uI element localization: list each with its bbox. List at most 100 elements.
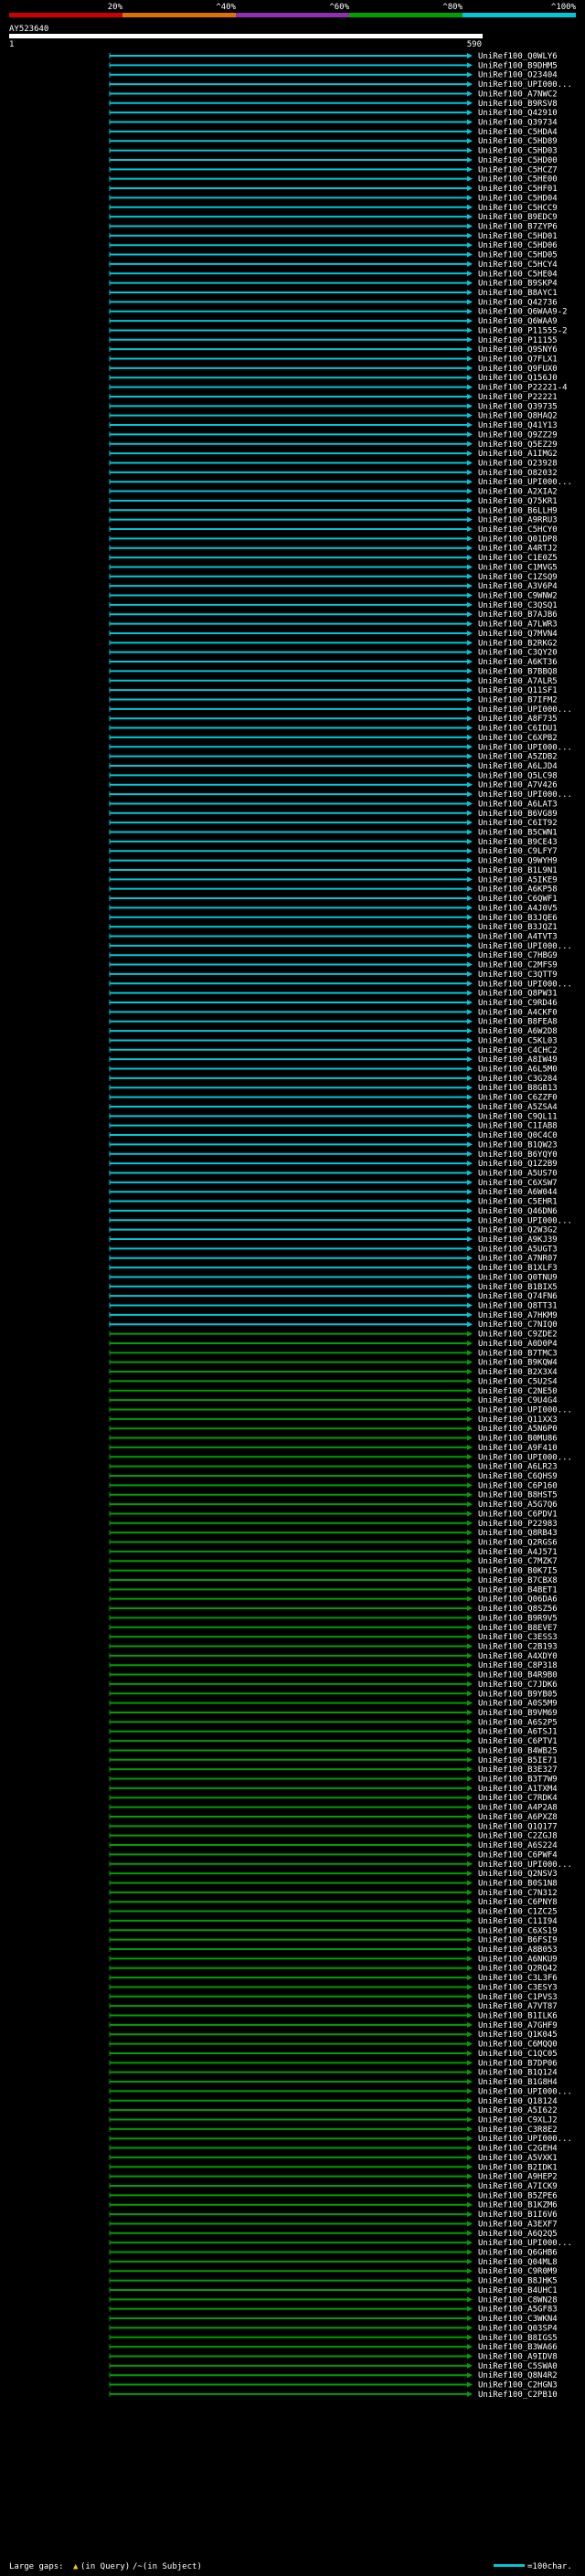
hit-label[interactable]: UniRef100_A7NWC2 — [478, 90, 558, 99]
hit-label[interactable]: UniRef100_B9DHM5 — [478, 61, 558, 70]
hit-label[interactable]: UniRef100_A4J571 — [478, 1548, 558, 1557]
hit-label[interactable]: UniRef100_A8IW49 — [478, 1055, 558, 1065]
hit-label[interactable]: UniRef100_A7VT87 — [478, 2002, 558, 2011]
hit-label[interactable]: UniRef100_B8EVE7 — [478, 1624, 558, 1633]
hit-label[interactable]: UniRef100_A5GF83 — [478, 2306, 558, 2315]
hit-label[interactable]: UniRef100_C5SWA0 — [478, 2362, 558, 2371]
hit-label[interactable]: UniRef100_A5UGT3 — [478, 1245, 558, 1254]
hit-label[interactable]: UniRef100_C5HE04 — [478, 270, 558, 279]
hit-label[interactable]: UniRef100_Q6WAA9 — [478, 317, 558, 326]
hit-label[interactable]: UniRef100_A9RRU3 — [478, 516, 558, 525]
hit-label[interactable]: UniRef100_C3WKN4 — [478, 2315, 558, 2324]
hit-label[interactable]: UniRef100_A7ALR5 — [478, 677, 558, 686]
hit-label[interactable]: UniRef100_C2MFS9 — [478, 961, 558, 970]
hit-label[interactable]: UniRef100_Q01DP8 — [478, 535, 558, 544]
hit-label[interactable]: UniRef100_C8P318 — [478, 1661, 558, 1670]
hit-label[interactable]: UniRef100_A4XDY0 — [478, 1652, 558, 1661]
hit-label[interactable]: UniRef100_C5HCZ7 — [478, 165, 558, 175]
hit-label[interactable]: UniRef100_C9R0M9 — [478, 2267, 558, 2276]
hit-label[interactable]: UniRef100_B3WA66 — [478, 2343, 558, 2352]
hit-label[interactable]: UniRef100_Q6GHB6 — [478, 2249, 558, 2258]
hit-label[interactable]: UniRef100_Q0C4C0 — [478, 1131, 558, 1140]
hit-label[interactable]: UniRef100_Q8SZ56 — [478, 1605, 558, 1614]
hit-label[interactable]: UniRef100_B8HST5 — [478, 1491, 558, 1500]
hit-label[interactable]: UniRef100_B1BIX5 — [478, 1283, 558, 1292]
hit-label[interactable]: UniRef100_Q8PW31 — [478, 990, 558, 999]
hit-label[interactable]: UniRef100_C5HCC9 — [478, 204, 558, 213]
hit-label[interactable]: UniRef100_P11555-2 — [478, 326, 568, 335]
hit-label[interactable]: UniRef100_B6YQY0 — [478, 1150, 558, 1160]
hit-label[interactable]: UniRef100_Q39734 — [478, 119, 558, 128]
hit-label[interactable]: UniRef100_C1ZSQ9 — [478, 573, 558, 582]
hit-label[interactable]: UniRef100_UPI000... — [478, 2239, 572, 2248]
hit-label[interactable]: UniRef100_B9YB05 — [478, 1690, 558, 1699]
hit-label[interactable]: UniRef100_Q2W3G2 — [478, 1226, 558, 1235]
hit-label[interactable]: UniRef100_C5KL03 — [478, 1036, 558, 1045]
hit-label[interactable]: UniRef100_Q8RB43 — [478, 1529, 558, 1538]
hit-label[interactable]: UniRef100_C2PB10 — [478, 2390, 558, 2400]
hit-label[interactable]: UniRef100_B2X3X4 — [478, 1368, 558, 1377]
hit-label[interactable]: UniRef100_Q03SP4 — [478, 2324, 558, 2333]
hit-label[interactable]: UniRef100_A9IDV8 — [478, 2352, 558, 2361]
hit-label[interactable]: UniRef100_Q8HAQ2 — [478, 412, 558, 421]
hit-label[interactable]: UniRef100_Q1Q177 — [478, 1822, 558, 1831]
hit-label[interactable]: UniRef100_UPI000... — [478, 790, 572, 800]
hit-label[interactable]: UniRef100_P11155 — [478, 336, 558, 345]
hit-label[interactable]: UniRef100_C9QL11 — [478, 1112, 558, 1121]
hit-label[interactable]: UniRef100_Q04ML8 — [478, 2258, 558, 2267]
hit-label[interactable]: UniRef100_C3R8E2 — [478, 2125, 558, 2135]
hit-label[interactable]: UniRef100_Q42736 — [478, 298, 558, 307]
hit-label[interactable]: UniRef100_B3JQE6 — [478, 914, 558, 923]
hit-label[interactable]: UniRef100_Q39735 — [478, 402, 558, 411]
hit-label[interactable]: UniRef100_B8GB13 — [478, 1084, 558, 1093]
hit-label[interactable]: UniRef100_A6LR23 — [478, 1463, 558, 1472]
hit-label[interactable]: UniRef100_A7HKM9 — [478, 1311, 558, 1320]
hit-label[interactable]: UniRef100_UPI000... — [478, 743, 572, 752]
hit-label[interactable]: UniRef100_C7N312 — [478, 1889, 558, 1898]
hit-label[interactable]: UniRef100_A5VXK1 — [478, 2154, 558, 2163]
hit-label[interactable]: UniRef100_C3QTT9 — [478, 970, 558, 980]
hit-label[interactable]: UniRef100_C2ZGJ8 — [478, 1832, 558, 1841]
hit-label[interactable]: UniRef100_C9RD46 — [478, 999, 558, 1008]
hit-label[interactable]: UniRef100_Q9SNY6 — [478, 345, 558, 355]
hit-label[interactable]: UniRef100_UPI000... — [478, 1453, 572, 1462]
hit-label[interactable]: UniRef100_UPI000... — [478, 1216, 572, 1225]
hit-label[interactable]: UniRef100_C7RDK4 — [478, 1794, 558, 1803]
hit-label[interactable]: UniRef100_B1XLF3 — [478, 1264, 558, 1273]
hit-label[interactable]: UniRef100_A5US70 — [478, 1169, 558, 1178]
hit-label[interactable]: UniRef100_B7IFM2 — [478, 695, 558, 705]
hit-label[interactable]: UniRef100_A4RTJ2 — [478, 545, 558, 554]
hit-label[interactable]: UniRef100_Q5EZ29 — [478, 440, 558, 450]
hit-label[interactable]: UniRef100_UPI000... — [478, 942, 572, 951]
hit-label[interactable]: UniRef100_C3ESS3 — [478, 1633, 558, 1642]
hit-label[interactable]: UniRef100_B6LLH9 — [478, 506, 558, 515]
hit-label[interactable]: UniRef100_B4WB25 — [478, 1746, 558, 1755]
hit-label[interactable]: UniRef100_Q1K045 — [478, 2030, 558, 2040]
hit-label[interactable]: UniRef100_C5HD00 — [478, 156, 558, 165]
hit-label[interactable]: UniRef100_C5HD03 — [478, 147, 558, 156]
hit-label[interactable]: UniRef100_UPI000... — [478, 2087, 572, 2096]
hit-label[interactable]: UniRef100_A1IMG2 — [478, 450, 558, 459]
hit-label[interactable]: UniRef100_Q11SF1 — [478, 686, 558, 695]
hit-label[interactable]: UniRef100_B6VG89 — [478, 810, 558, 819]
hit-label[interactable]: UniRef100_A6KT36 — [478, 658, 558, 667]
hit-label[interactable]: UniRef100_C1ZC25 — [478, 1908, 558, 1917]
hit-label[interactable]: UniRef100_A0D0P4 — [478, 1340, 558, 1349]
hit-label[interactable]: UniRef100_A3V6P4 — [478, 582, 558, 591]
hit-label[interactable]: UniRef100_B9VM69 — [478, 1709, 558, 1718]
hit-label[interactable]: UniRef100_A4CKF0 — [478, 1008, 558, 1017]
hit-label[interactable]: UniRef100_C3QSQ1 — [478, 601, 558, 610]
hit-label[interactable]: UniRef100_Q46DN6 — [478, 1207, 558, 1216]
hit-label[interactable]: UniRef100_Q5LC98 — [478, 771, 558, 780]
hit-label[interactable]: UniRef100_B9SKP4 — [478, 280, 558, 289]
hit-label[interactable]: UniRef100_B9KQW4 — [478, 1359, 558, 1368]
hit-label[interactable]: UniRef100_A8F735 — [478, 715, 558, 724]
hit-label[interactable]: UniRef100_B8JHK5 — [478, 2277, 558, 2286]
hit-label[interactable]: UniRef100_B4UHC1 — [478, 2286, 558, 2295]
hit-label[interactable]: UniRef100_C6XS19 — [478, 1926, 558, 1935]
hit-label[interactable]: UniRef100_UPI000... — [478, 705, 572, 715]
hit-label[interactable]: UniRef100_Q9FUX0 — [478, 365, 558, 374]
hit-label[interactable]: UniRef100_B1QW23 — [478, 1140, 558, 1150]
hit-label[interactable]: UniRef100_C3QY20 — [478, 649, 558, 658]
hit-label[interactable]: UniRef100_A5ZSA4 — [478, 1103, 558, 1112]
